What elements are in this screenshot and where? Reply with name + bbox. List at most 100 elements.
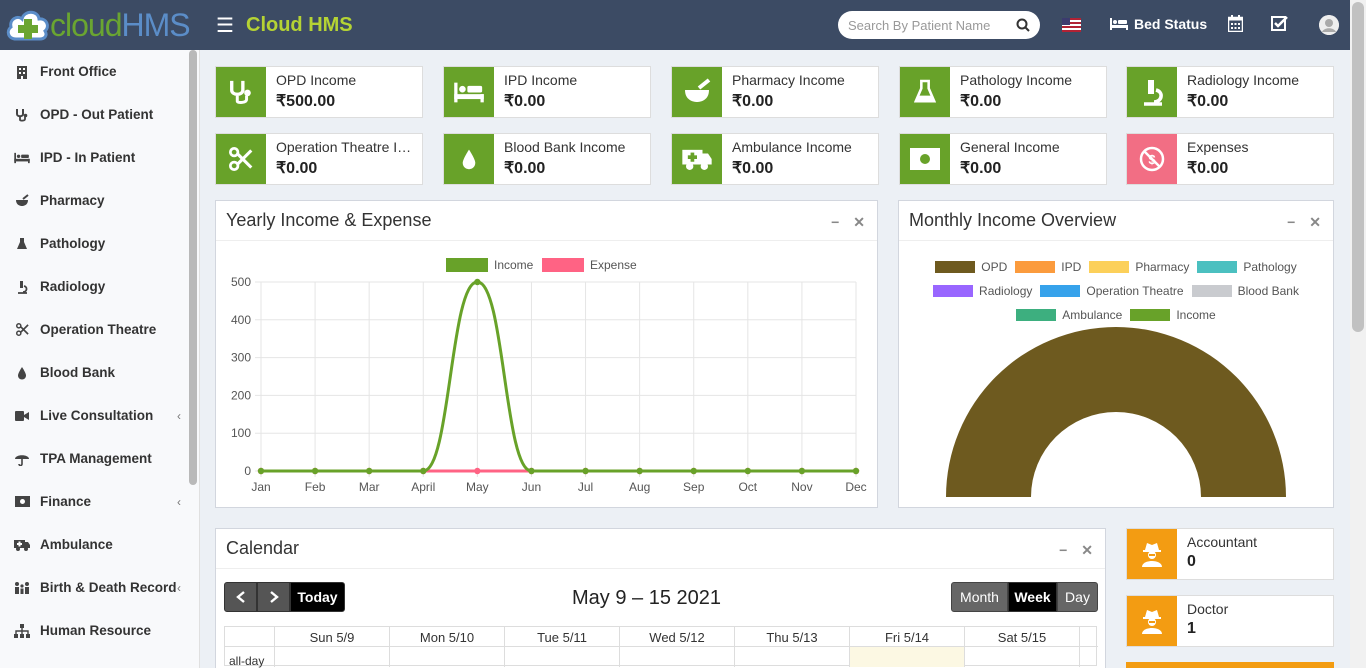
- day-header: Tue 5/11: [504, 627, 619, 667]
- sidebar-item-blood-bank[interactable]: Blood Bank: [0, 351, 199, 394]
- x-tick-label: Mar: [359, 480, 380, 494]
- x-tick-label: Sep: [683, 480, 705, 494]
- calendar-range-title: May 9 – 15 2021: [572, 587, 721, 609]
- stat-ambulance-income[interactable]: Ambulance Income ₹0.00: [671, 133, 879, 185]
- collapse-icon[interactable]: −: [1287, 214, 1295, 231]
- stat-label: Radiology Income: [1187, 72, 1300, 88]
- legend-label: IPD: [1061, 260, 1082, 274]
- x-tick-label: May: [466, 480, 489, 494]
- staff-accountant[interactable]: Accountant 0: [1126, 528, 1334, 580]
- data-point-expense: [474, 467, 481, 475]
- collapse-icon[interactable]: −: [831, 214, 839, 231]
- scissors-icon: [216, 134, 266, 184]
- menu-icon[interactable]: ☰: [214, 13, 236, 38]
- stat-value: ₹500.00: [276, 93, 336, 110]
- scissors-icon: [14, 323, 30, 337]
- stat-blood-bank-income[interactable]: Blood Bank Income ₹0.00: [443, 133, 651, 185]
- data-point-income: [474, 278, 481, 286]
- staff-doctor[interactable]: Doctor 1: [1126, 595, 1334, 647]
- page-scrollbar[interactable]: [1352, 2, 1364, 332]
- sidebar-item-finance[interactable]: Finance ‹: [0, 480, 199, 523]
- flask-icon: [14, 237, 30, 251]
- stat-expenses[interactable]: $ Expenses ₹0.00: [1126, 133, 1334, 185]
- building-icon: [14, 65, 30, 79]
- stat-operation-theatre-income[interactable]: Operation Theatre Income ₹0.00: [215, 133, 423, 185]
- sidebar-item-pathology[interactable]: Pathology: [0, 222, 199, 265]
- chevron-left-icon: ‹: [177, 408, 181, 423]
- stat-value: ₹0.00: [732, 160, 774, 177]
- legend-item[interactable]: Operation Theatre: [1040, 280, 1184, 302]
- sidebar-item-opd[interactable]: OPD - Out Patient: [0, 93, 199, 136]
- x-tick-label: Oct: [738, 480, 757, 494]
- checklist-icon[interactable]: [1271, 15, 1289, 32]
- stat-value: ₹0.00: [960, 93, 1002, 110]
- sidebar-item-front-office[interactable]: Front Office: [0, 50, 199, 93]
- next-week-button[interactable]: [257, 582, 290, 612]
- prev-week-button[interactable]: [224, 582, 257, 612]
- money-icon: [900, 134, 950, 184]
- sidebar-item-live-consultation[interactable]: Live Consultation ‹: [0, 394, 199, 437]
- sidebar-scrollbar[interactable]: [189, 50, 197, 485]
- stat-opd-income[interactable]: OPD Income ₹500.00: [215, 66, 423, 118]
- sidebar-item-ipd[interactable]: IPD - In Patient: [0, 136, 199, 179]
- sidebar-item-ambulance[interactable]: Ambulance: [0, 523, 199, 566]
- donut-slice-opd[interactable]: [946, 327, 1286, 497]
- legend-item[interactable]: OPD: [935, 256, 1007, 278]
- data-point-income: [420, 467, 427, 475]
- sidebar-item-label: Ambulance: [40, 537, 113, 552]
- week-view-button[interactable]: Week: [1008, 582, 1057, 612]
- yearly-line-chart: 0 100 200 300 400 500 Jan Feb Mar April May Jun Jul A…: [231, 258, 867, 494]
- data-point-income: [798, 467, 806, 475]
- sidebar-item-birth-death-record[interactable]: Birth & Death Record ‹: [0, 566, 199, 609]
- logo[interactable]: cloudHMS: [0, 0, 200, 50]
- x-tick-label: Nov: [791, 480, 812, 494]
- today-button[interactable]: Today: [290, 582, 345, 612]
- sidebar-item-radiology[interactable]: Radiology: [0, 265, 199, 308]
- today-column-highlight: [850, 647, 964, 667]
- chevron-left-icon: [235, 591, 245, 603]
- legend-label: Expense: [590, 258, 637, 272]
- collapse-icon[interactable]: −: [1059, 542, 1067, 559]
- sidebar-item-human-resource[interactable]: Human Resource: [0, 609, 199, 652]
- stat-pharmacy-income[interactable]: Pharmacy Income ₹0.00: [671, 66, 879, 118]
- legend-item[interactable]: Pharmacy: [1089, 256, 1189, 278]
- user-secret-icon: [1127, 529, 1177, 579]
- stat-radiology-income[interactable]: Radiology Income ₹0.00: [1126, 66, 1334, 118]
- us-flag-icon[interactable]: [1062, 18, 1081, 32]
- legend-item[interactable]: Pathology: [1197, 256, 1297, 278]
- stat-ipd-income[interactable]: IPD Income ₹0.00: [443, 66, 651, 118]
- bed-status-button[interactable]: Bed Status: [1110, 16, 1207, 32]
- calendar-icon[interactable]: [1228, 15, 1243, 32]
- close-icon[interactable]: ✕: [1081, 542, 1093, 559]
- search-input[interactable]: [848, 17, 1008, 33]
- calendar-week-grid: Sun 5/9 Mon 5/10 Tue 5/11 Wed 5/12 Thu 5…: [224, 626, 1098, 668]
- no-money-icon: $: [1127, 134, 1177, 184]
- money-icon: [14, 495, 30, 509]
- stat-value: ₹0.00: [1187, 93, 1229, 110]
- bed-icon: [14, 151, 30, 165]
- legend-item[interactable]: Radiology: [933, 280, 1032, 302]
- sidebar-item-tpa-management[interactable]: TPA Management: [0, 437, 199, 480]
- sitemap-icon: [14, 623, 30, 638]
- sidebar-item-label: Birth & Death Record: [40, 580, 177, 595]
- search-icon[interactable]: [1016, 18, 1030, 32]
- app-title: Cloud HMS: [246, 13, 353, 36]
- close-icon[interactable]: ✕: [853, 214, 865, 231]
- legend-item[interactable]: Blood Bank: [1191, 280, 1299, 302]
- user-avatar-icon[interactable]: [1319, 15, 1339, 35]
- month-view-button[interactable]: Month: [951, 582, 1008, 612]
- legend-item[interactable]: IPD: [1015, 256, 1081, 278]
- sidebar-item-pharmacy[interactable]: Pharmacy: [0, 179, 199, 222]
- staff-count: 0: [1187, 553, 1196, 570]
- mortar-pestle-icon: [672, 67, 722, 117]
- sidebar-item-operation-theatre[interactable]: Operation Theatre: [0, 308, 199, 351]
- bed-icon: [444, 67, 494, 117]
- stat-pathology-income[interactable]: Pathology Income ₹0.00: [899, 66, 1107, 118]
- legend-swatch: [1191, 285, 1232, 297]
- stat-label: Expenses: [1187, 139, 1249, 155]
- bed-icon: [1110, 18, 1128, 30]
- stat-general-income[interactable]: General Income ₹0.00: [899, 133, 1107, 185]
- day-view-button[interactable]: Day: [1057, 582, 1098, 612]
- close-icon[interactable]: ✕: [1309, 214, 1321, 231]
- staff-label: Doctor: [1187, 601, 1229, 617]
